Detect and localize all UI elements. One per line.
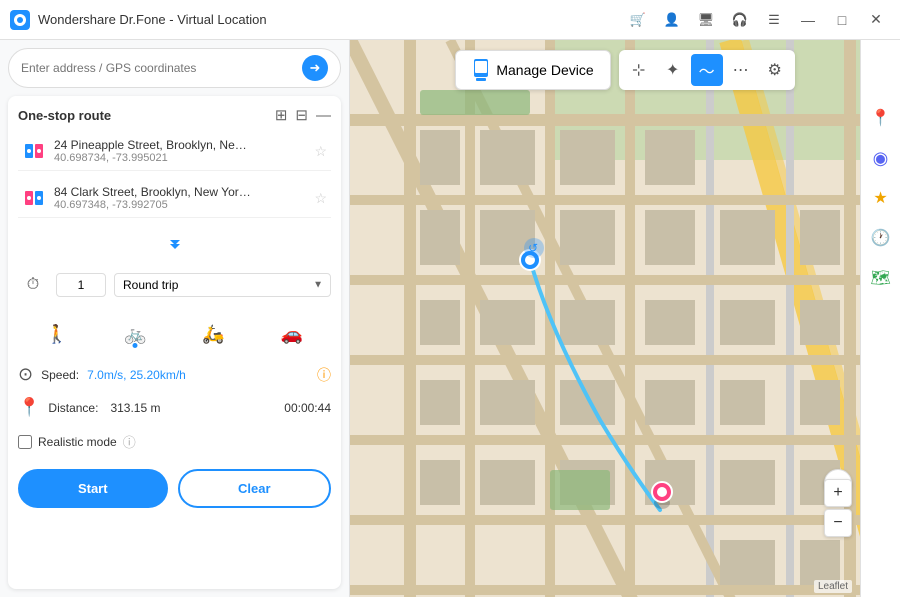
trip-settings: ⏱ Round trip One way Loop ▼: [18, 266, 331, 304]
route-header: One-stop route ⊞ ⊟ —: [18, 106, 331, 124]
route-header-icons: ⊞ ⊟ —: [275, 106, 331, 124]
google-maps-icon[interactable]: 📍: [863, 100, 899, 136]
speed-value: 7.0m/s, 25.20km/h: [87, 368, 186, 382]
route-save-icon[interactable]: ⊞: [275, 106, 288, 124]
waypoint-end-star[interactable]: ☆: [314, 190, 327, 207]
map-mode-multi[interactable]: ⋯: [725, 54, 757, 86]
zoom-controls: + −: [824, 479, 852, 537]
transport-modes: 🚶 🚲 🛵 🚗: [18, 312, 331, 354]
arrow-separator: [18, 226, 331, 258]
speed-label: Speed:: [41, 368, 79, 382]
star-bookmark-icon[interactable]: ★: [863, 180, 899, 216]
waypoint-start-text: 24 Pineapple Street, Brooklyn, New York …: [54, 138, 306, 164]
distance-value: 313.15 m: [110, 401, 160, 415]
zoom-in-button[interactable]: +: [824, 479, 852, 507]
route-minimize-icon[interactable]: —: [316, 107, 331, 124]
left-panel: ➜ One-stop route ⊞ ⊟ —: [0, 40, 350, 597]
transport-bike[interactable]: 🚲: [117, 316, 153, 352]
map-area[interactable]: ↺ Manage Device ⊹ ✦ 〜 ⋯ ⚙: [350, 40, 900, 597]
titlebar: Wondershare Dr.Fone - Virtual Location 🛒…: [0, 0, 900, 40]
app-icon: [10, 10, 30, 30]
map-toolbar: Manage Device ⊹ ✦ 〜 ⋯ ⚙: [350, 50, 900, 90]
realistic-info-icon[interactable]: ⓘ: [123, 432, 136, 451]
action-buttons: Start Clear: [18, 463, 331, 512]
search-input[interactable]: [21, 61, 294, 75]
map-background: ↺: [350, 40, 900, 597]
clear-button[interactable]: Clear: [178, 469, 332, 508]
trip-count-input[interactable]: [56, 273, 106, 297]
search-bar: ➜: [8, 48, 341, 88]
distance-row: 📍 Distance: 313.15 m 00:00:44: [18, 395, 331, 420]
realistic-mode-checkbox[interactable]: [18, 435, 32, 449]
map-mode-crosshair[interactable]: ⊹: [623, 54, 655, 86]
map-mode-path[interactable]: 〜: [691, 54, 723, 86]
waypoint-end-addr: 84 Clark Street, Brooklyn, New York 1...: [54, 185, 254, 199]
map-export-icon[interactable]: 🗺: [863, 260, 899, 296]
history-icon[interactable]: 🕐: [863, 220, 899, 256]
monitor-icon[interactable]: 🖥: [692, 6, 720, 34]
waypoint-end-coords: 40.697348, -73.992705: [54, 199, 306, 211]
waypoint-end-text: 84 Clark Street, Brooklyn, New York 1...…: [54, 185, 306, 211]
waypoint-start-coords: 40.698734, -73.995021: [54, 152, 306, 164]
realistic-mode-row: Realistic mode ⓘ: [18, 428, 331, 455]
duration-value: 00:00:44: [284, 401, 331, 415]
trip-type-select[interactable]: Round trip One way Loop: [114, 273, 331, 297]
map-mode-icons: ⊹ ✦ 〜 ⋯ ⚙: [619, 50, 795, 90]
zoom-out-button[interactable]: −: [824, 509, 852, 537]
waypoint-start-addr: 24 Pineapple Street, Brooklyn, New York …: [54, 138, 254, 152]
waypoint-start-star[interactable]: ☆: [314, 143, 327, 160]
svg-text:↺: ↺: [528, 241, 538, 255]
device-icon: [472, 59, 490, 81]
transport-scooter[interactable]: 🛵: [196, 316, 232, 352]
transport-car[interactable]: 🚗: [274, 316, 310, 352]
route-panel: One-stop route ⊞ ⊟ —: [8, 96, 341, 589]
start-button[interactable]: Start: [18, 469, 168, 508]
waypoint-start: 24 Pineapple Street, Brooklyn, New York …: [18, 132, 331, 171]
route-title: One-stop route: [18, 108, 111, 123]
waypoint-end-icon: [22, 186, 46, 210]
cart-icon[interactable]: 🛒: [624, 6, 652, 34]
waypoint-start-icon: [22, 139, 46, 163]
realistic-mode-label: Realistic mode: [38, 435, 117, 449]
discord-icon[interactable]: ◉: [863, 140, 899, 176]
waypoint-end: 84 Clark Street, Brooklyn, New York 1...…: [18, 179, 331, 218]
map-mode-settings[interactable]: ⚙: [759, 54, 791, 86]
search-go-button[interactable]: ➜: [302, 55, 328, 81]
route-export-icon[interactable]: ⊟: [295, 106, 308, 124]
transport-walk[interactable]: 🚶: [39, 316, 75, 352]
speedometer-icon: ⊙: [18, 364, 33, 385]
trip-type-wrapper: Round trip One way Loop ▼: [114, 273, 331, 297]
map-container: ↺ Manage Device ⊹ ✦ 〜 ⋯ ⚙: [350, 40, 900, 597]
speed-row: ⊙ Speed: 7.0m/s, 25.20km/h ⓘ: [18, 362, 331, 387]
clock-trip-icon: ⏱: [18, 270, 48, 300]
distance-icon: 📍: [18, 397, 40, 418]
menu-icon[interactable]: ☰: [760, 6, 788, 34]
map-mode-route[interactable]: ✦: [657, 54, 689, 86]
main-layout: ➜ One-stop route ⊞ ⊟ —: [0, 40, 900, 597]
transport-bike-dot: [133, 343, 138, 348]
user-icon[interactable]: 👤: [658, 6, 686, 34]
minimize-button[interactable]: —: [794, 6, 822, 34]
manage-device-label: Manage Device: [496, 62, 593, 78]
maximize-button[interactable]: □: [828, 6, 856, 34]
speed-info-icon[interactable]: ⓘ: [317, 365, 331, 385]
headphone-icon[interactable]: 🎧: [726, 6, 754, 34]
distance-label: Distance:: [48, 401, 98, 415]
close-button[interactable]: ✕: [862, 6, 890, 34]
app-title: Wondershare Dr.Fone - Virtual Location: [38, 12, 267, 27]
manage-device-button[interactable]: Manage Device: [455, 50, 610, 90]
right-sidebar: 📍 ◉ ★ 🕐 🗺: [860, 40, 900, 597]
leaflet-credit: Leaflet: [814, 580, 852, 593]
